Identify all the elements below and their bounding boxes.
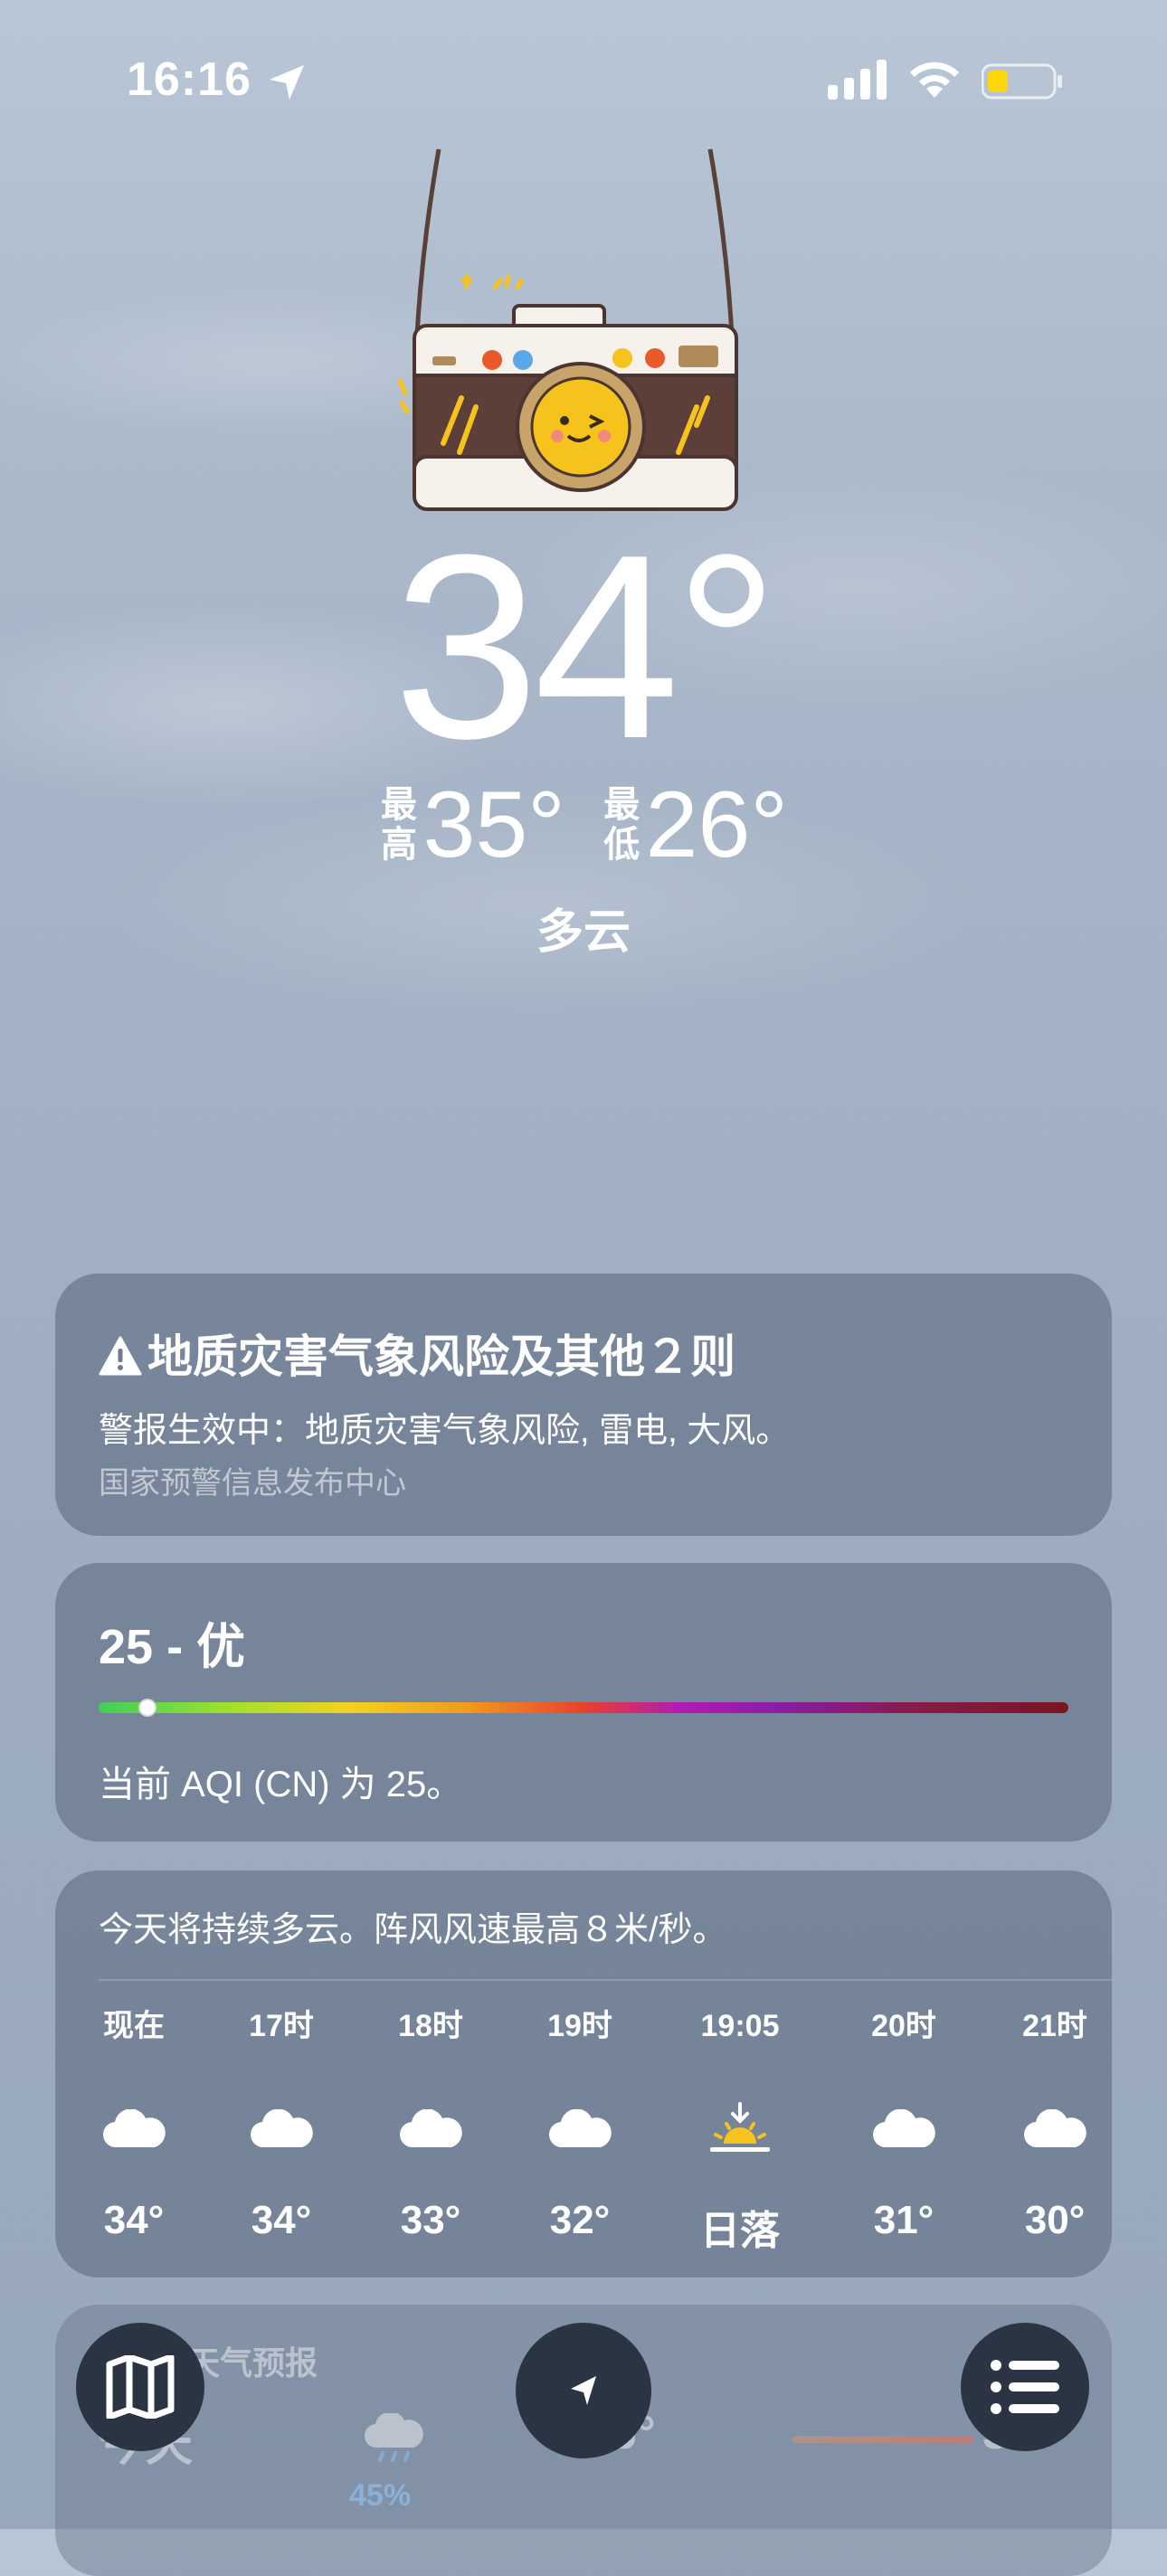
sunset-icon: [710, 2102, 770, 2152]
low-label: 最低: [603, 785, 640, 865]
air-quality-card[interactable]: 25 - 优 当前 AQI (CN) 为 25。: [55, 1563, 1112, 1842]
hourly-item: 19时 32°: [512, 2006, 648, 2243]
alert-title: 地质灾害气象风险及其他２则: [99, 1321, 735, 1386]
hour-temp: 34°: [251, 2198, 312, 2242]
daily-temp-range-bar: [792, 2436, 973, 2443]
weather-condition: 多云: [536, 906, 631, 959]
aqi-scale-bar: [99, 1699, 1068, 1717]
hour-label: 19时: [547, 2009, 612, 2043]
hour-temp: 32°: [549, 2198, 611, 2242]
hourly-item: 21时 30°: [987, 2006, 1112, 2243]
status-bar: 16:16: [0, 47, 1167, 110]
camera-illustration: [397, 148, 738, 511]
high-value: 35°: [422, 772, 565, 877]
daily-precip: 45%: [349, 2478, 412, 2513]
cloud-icon: [250, 2109, 313, 2148]
current-location-button[interactable]: [516, 2323, 651, 2458]
location-list-button[interactable]: [961, 2323, 1089, 2451]
hour-label: 20时: [871, 2009, 936, 2043]
cloud-icon: [872, 2109, 935, 2148]
aqi-description: 当前 AQI (CN) 为 25。: [99, 1765, 463, 1804]
cloud-icon: [548, 2109, 612, 2148]
forecast-summary: 今天将持续多云。阵风风速最高８米/秒。: [99, 1911, 727, 1949]
warning-icon: [99, 1336, 142, 1376]
divider: [99, 1979, 1112, 1981]
map-icon: [106, 2355, 175, 2419]
cloud-icon: [102, 2109, 166, 2148]
location-arrow-icon: [270, 65, 304, 99]
location-arrow-icon: [571, 2376, 596, 2405]
cellular-signal-icon: [828, 60, 887, 99]
hourly-forecast-card[interactable]: 今天将持续多云。阵风风速最高８米/秒。 现在 34° 17时 34° 18时 3…: [55, 1870, 1112, 2278]
aqi-title: 25 - 优: [99, 1620, 246, 1674]
alert-title-text: 地质灾害气象风险及其他２则: [147, 1331, 735, 1382]
high-label: 最高: [381, 785, 418, 865]
hour-temp: 31°: [873, 2198, 935, 2242]
hourly-item: 17时 34°: [213, 2006, 349, 2243]
hourly-item: 20时 31°: [836, 2006, 972, 2243]
cloud-icon: [399, 2109, 462, 2148]
hour-temp: 34°: [103, 2198, 165, 2242]
hour-label: 18时: [398, 2009, 463, 2043]
hour-label: 现在: [103, 2009, 165, 2043]
low-value: 26°: [645, 772, 788, 877]
hourly-item: 现在 34°: [66, 2006, 202, 2243]
hour-temp: 33°: [400, 2198, 461, 2242]
list-icon: [991, 2360, 1059, 2414]
rain-cloud-icon: [365, 2413, 423, 2462]
hour-temp: 30°: [1024, 2198, 1086, 2242]
current-temperature: 34°: [393, 500, 780, 793]
cloud-icon: [1023, 2109, 1086, 2148]
alert-source: 国家预警信息发布中心: [99, 1466, 406, 1501]
wifi-icon: [910, 62, 959, 98]
high-low-temperature: 最高 35° 最低 26°: [0, 778, 1167, 877]
hour-label: 19:05: [700, 2009, 780, 2043]
high-temp-group: 最高 35°: [379, 778, 565, 872]
hourly-item: 18时 33°: [363, 2006, 498, 2243]
aqi-indicator-dot: [138, 1699, 157, 1717]
map-button[interactable]: [76, 2323, 204, 2451]
hour-temp: 日落: [700, 2209, 780, 2253]
hour-label: 17时: [249, 2009, 314, 2043]
battery-icon: [982, 63, 1062, 99]
low-temp-group: 最低 26°: [602, 778, 788, 872]
status-time: 16:16: [127, 53, 251, 106]
hourly-item: 19:05 日落: [672, 2006, 808, 2256]
weather-alert-card[interactable]: 地质灾害气象风险及其他２则 警报生效中：地质灾害气象风险, 雷电, 大风。 国家…: [55, 1274, 1112, 1536]
alert-body: 警报生效中：地质灾害气象风险, 雷电, 大风。: [99, 1412, 791, 1450]
hour-label: 21时: [1022, 2009, 1087, 2043]
